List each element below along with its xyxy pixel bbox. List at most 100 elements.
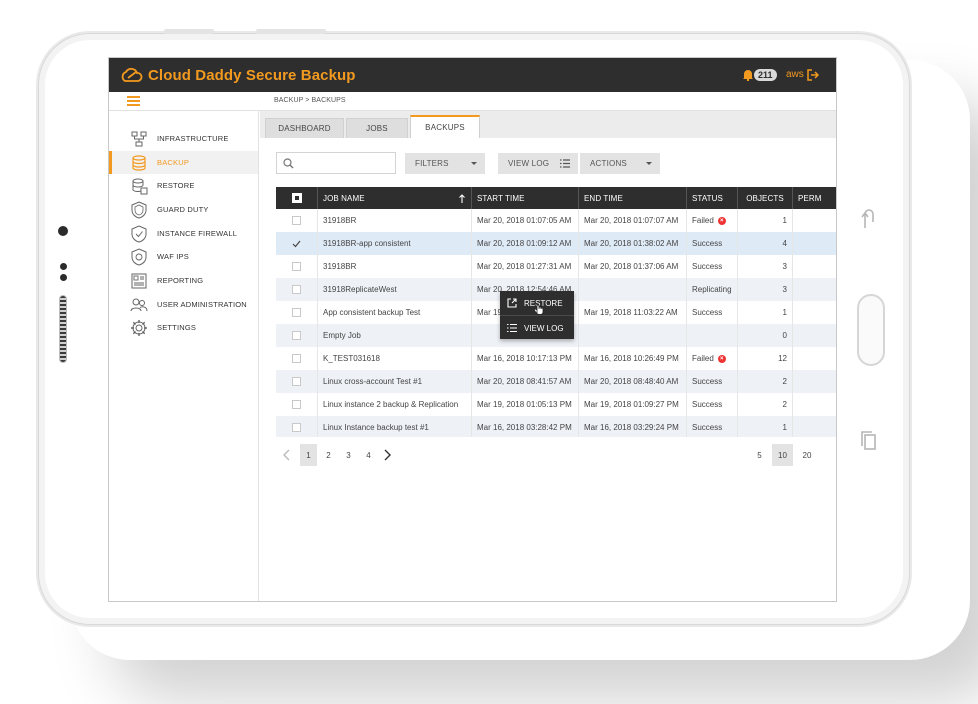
status-cell: Success bbox=[687, 370, 738, 393]
context-menu-view-log[interactable]: VIEW LOG bbox=[500, 317, 574, 339]
column-header-objects[interactable]: OBJECTS bbox=[738, 187, 793, 209]
page-button[interactable]: 1 bbox=[300, 444, 317, 466]
tab-dashboard[interactable]: DASHBOARD bbox=[265, 118, 344, 138]
table-header: JOB NAME START TIME END TIME STATUS OBJE… bbox=[276, 187, 836, 209]
perm-cell bbox=[793, 393, 836, 416]
status-cell: Success bbox=[687, 416, 738, 437]
sidebar-item-settings[interactable]: SETTINGS bbox=[109, 316, 258, 339]
objects-cell: 2 bbox=[738, 393, 793, 416]
context-menu-label: VIEW LOG bbox=[524, 323, 564, 333]
row-checkbox[interactable] bbox=[292, 423, 301, 432]
select-all-cell[interactable] bbox=[276, 187, 318, 209]
logout-icon[interactable] bbox=[806, 68, 820, 82]
column-header-end-time[interactable]: END TIME bbox=[579, 187, 687, 209]
account-label: aws bbox=[786, 69, 804, 80]
device-top-button bbox=[164, 29, 214, 34]
perm-cell bbox=[793, 232, 836, 255]
report-icon bbox=[131, 273, 147, 288]
table-row[interactable]: Linux instance 2 backup & Replication Mar… bbox=[276, 393, 836, 416]
job-name-cell: 31918BR-app consistent bbox=[318, 232, 472, 255]
sort-asc-icon[interactable] bbox=[459, 194, 465, 203]
error-icon: × bbox=[717, 216, 726, 225]
perm-cell bbox=[793, 209, 836, 232]
sidebar-item-label: INFRASTRUCTURE bbox=[157, 134, 229, 143]
row-checkbox[interactable] bbox=[292, 377, 301, 386]
sidebar-item-backup[interactable]: BACKUP bbox=[109, 151, 258, 174]
device-top-button bbox=[256, 29, 326, 34]
actions-dropdown[interactable]: ACTIONS bbox=[580, 153, 660, 174]
row-checkbox[interactable] bbox=[292, 331, 301, 340]
sidebar: INFRASTRUCTURE BACKUP RESTORE GUARD DUTY bbox=[109, 111, 259, 601]
page-button[interactable]: 3 bbox=[340, 444, 357, 466]
recent-apps-icon[interactable] bbox=[860, 430, 878, 452]
sidebar-item-reporting[interactable]: REPORTING bbox=[109, 269, 258, 292]
row-checkbox[interactable] bbox=[292, 400, 301, 409]
status-cell: Success bbox=[687, 393, 738, 416]
sidebar-item-restore[interactable]: RESTORE bbox=[109, 174, 258, 197]
row-checkbox[interactable] bbox=[292, 262, 301, 271]
sidebar-item-label: SETTINGS bbox=[157, 323, 197, 332]
column-header-job-name[interactable]: JOB NAME bbox=[318, 187, 472, 209]
table-row[interactable]: K_TEST031618 Mar 16, 2018 10:17:13 PM Mar … bbox=[276, 347, 836, 370]
status-text: Success bbox=[692, 239, 723, 248]
home-button[interactable] bbox=[857, 294, 885, 366]
search-input[interactable] bbox=[276, 152, 396, 174]
page-size-button[interactable]: 10 bbox=[772, 444, 793, 466]
sidebar-item-guard-duty[interactable]: GUARD DUTY bbox=[109, 198, 258, 221]
row-checkbox[interactable] bbox=[292, 285, 301, 294]
status-cell: Replicating bbox=[687, 278, 738, 301]
chevron-right-icon[interactable] bbox=[383, 449, 391, 461]
chevron-down-icon bbox=[471, 162, 477, 165]
tab-jobs[interactable]: JOBS bbox=[346, 118, 408, 138]
page-size-button[interactable]: 20 bbox=[797, 444, 817, 466]
shield-icon bbox=[131, 200, 147, 219]
app-screen: Cloud Daddy Secure Backup 211 aws BACKUP… bbox=[108, 57, 837, 602]
perm-cell bbox=[793, 301, 836, 324]
column-header-perm[interactable]: PERM bbox=[793, 187, 836, 209]
job-name-cell: K_TEST031618 bbox=[318, 347, 472, 370]
checkmark-icon[interactable] bbox=[292, 240, 301, 248]
status-text: Success bbox=[692, 308, 723, 317]
sidebar-item-waf-ips[interactable]: WAF IPS bbox=[109, 245, 258, 268]
table-row[interactable]: Linux cross-account Test #1 Mar 20, 2018 … bbox=[276, 370, 836, 393]
job-name-cell: App consistent backup Test bbox=[318, 301, 472, 324]
perm-cell bbox=[793, 347, 836, 370]
objects-cell: 3 bbox=[738, 278, 793, 301]
objects-cell: 12 bbox=[738, 347, 793, 370]
perm-cell bbox=[793, 416, 836, 437]
status-text: Success bbox=[692, 262, 723, 271]
bell-icon[interactable] bbox=[742, 68, 754, 81]
search-icon bbox=[283, 158, 294, 169]
page-size-button[interactable]: 5 bbox=[751, 444, 768, 466]
start-cell: Mar 20, 2018 01:09:12 AM bbox=[472, 232, 579, 255]
sidebar-item-instance-firewall[interactable]: INSTANCE FIREWALL bbox=[109, 222, 258, 245]
menu-toggle-icon[interactable] bbox=[127, 96, 140, 106]
end-cell: Mar 20, 2018 08:48:40 AM bbox=[579, 370, 687, 393]
row-checkbox[interactable] bbox=[292, 308, 301, 317]
row-select-cell bbox=[276, 278, 318, 301]
table-row[interactable]: 31918BR-app consistent Mar 20, 2018 01:09… bbox=[276, 232, 836, 255]
table-row[interactable]: 31918BR Mar 20, 2018 01:27:31 AM Mar 20, 2… bbox=[276, 255, 836, 278]
sidebar-item-infrastructure[interactable]: INFRASTRUCTURE bbox=[109, 127, 258, 150]
view-log-button[interactable]: VIEW LOG bbox=[498, 153, 578, 174]
column-header-start-time[interactable]: START TIME bbox=[472, 187, 579, 209]
page-button[interactable]: 4 bbox=[360, 444, 377, 466]
chevron-left-icon[interactable] bbox=[283, 449, 291, 461]
row-select-cell bbox=[276, 301, 318, 324]
objects-cell: 1 bbox=[738, 301, 793, 324]
notification-count-badge[interactable]: 211 bbox=[754, 69, 777, 81]
page-button[interactable]: 2 bbox=[320, 444, 337, 466]
column-label: JOB NAME bbox=[323, 193, 365, 203]
sidebar-item-user-administration[interactable]: USER ADMINISTRATION bbox=[109, 293, 258, 316]
end-cell: Mar 19, 2018 11:03:22 AM bbox=[579, 301, 687, 324]
filters-dropdown[interactable]: FILTERS bbox=[405, 153, 485, 174]
column-header-status[interactable]: STATUS bbox=[687, 187, 738, 209]
row-checkbox[interactable] bbox=[292, 216, 301, 225]
back-icon[interactable] bbox=[860, 208, 878, 230]
sub-header: BACKUP > BACKUPS bbox=[109, 92, 836, 111]
table-row[interactable]: Linux Instance backup test #1 Mar 16, 201… bbox=[276, 416, 836, 437]
tab-backups[interactable]: BACKUPS bbox=[410, 115, 480, 138]
select-all-checkbox[interactable] bbox=[291, 193, 302, 203]
row-checkbox[interactable] bbox=[292, 354, 301, 363]
table-row[interactable]: 31918BR Mar 20, 2018 01:07:05 AM Mar 20, 2… bbox=[276, 209, 836, 232]
